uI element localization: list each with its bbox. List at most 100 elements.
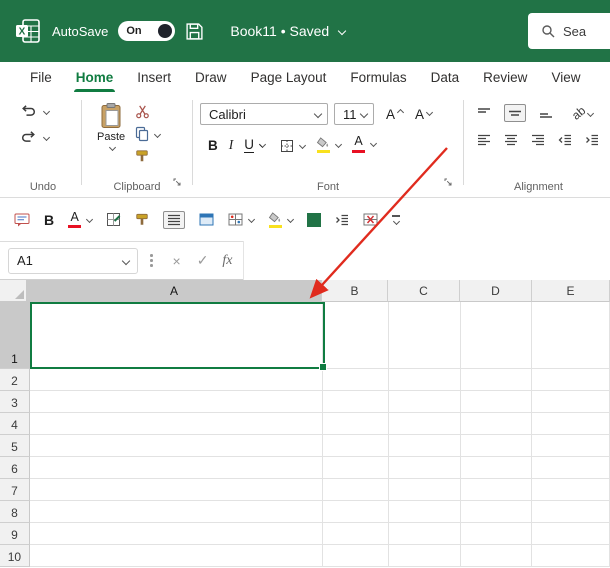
cell-D3[interactable] [460,391,533,413]
cell-D7[interactable] [460,479,533,501]
document-title[interactable]: Book11 • Saved [230,23,347,39]
search-box[interactable]: Sea [528,13,610,49]
cell-B6[interactable] [323,457,390,479]
align-top-button[interactable] [477,107,491,119]
tab-review[interactable]: Review [471,62,539,92]
draw-border-button[interactable] [106,212,121,227]
cell-A6[interactable] [29,457,324,479]
cell-A1[interactable] [29,302,324,369]
tab-insert[interactable]: Insert [125,62,183,92]
cell-B9[interactable] [323,523,390,545]
cell-E2[interactable] [532,369,610,391]
cell-D2[interactable] [460,369,533,391]
cell-A9[interactable] [29,523,324,545]
cut-button[interactable] [135,104,160,119]
font-size-combo[interactable]: 11 [334,103,374,125]
cell-A4[interactable] [29,413,324,435]
toolbar-overflow-button[interactable] [392,215,401,225]
new-comment-button[interactable] [14,213,30,227]
tab-page-layout[interactable]: Page Layout [239,62,339,92]
align-left-button[interactable] [477,134,491,146]
cell-A5[interactable] [29,435,324,457]
save-icon[interactable] [185,22,204,41]
increase-indent-button[interactable] [335,214,349,226]
column-header-A[interactable]: A [27,280,322,302]
cell-D4[interactable] [460,413,533,435]
underline-button[interactable]: U [244,137,267,153]
cell-D5[interactable] [460,435,533,457]
cell-C7[interactable] [389,479,461,501]
cell-A10[interactable] [29,545,324,567]
cell-E3[interactable] [532,391,610,413]
row-header-2[interactable]: 2 [0,369,30,391]
cell-E6[interactable] [532,457,610,479]
tab-data[interactable]: Data [419,62,472,92]
cell-C2[interactable] [389,369,461,391]
format-painter-button[interactable] [135,212,149,227]
cell-A3[interactable] [29,391,324,413]
cell-C9[interactable] [389,523,461,545]
column-header-D[interactable]: D [460,280,532,302]
font-name-combo[interactable]: Calibri [200,103,328,125]
align-right-button[interactable] [531,134,545,146]
tab-view[interactable]: View [539,62,592,92]
cell-B1[interactable] [323,302,390,369]
row-header-5[interactable]: 5 [0,435,30,457]
redo-button[interactable] [20,130,74,144]
cell-A2[interactable] [29,369,324,391]
formula-input[interactable] [242,241,610,280]
tab-draw[interactable]: Draw [183,62,239,92]
cell-A8[interactable] [29,501,324,523]
insert-object-button[interactable] [199,213,214,226]
decrease-font-button[interactable]: A [415,107,434,122]
formula-bar-grip[interactable] [150,254,153,267]
cell-E8[interactable] [532,501,610,523]
cell-C5[interactable] [389,435,461,457]
align-justify-button[interactable] [163,210,186,229]
insert-function-button[interactable]: fx [222,253,232,269]
cell-D6[interactable] [460,457,533,479]
row-header-7[interactable]: 7 [0,479,30,501]
cell-C4[interactable] [389,413,461,435]
font-color-button[interactable]: A [68,211,94,229]
cell-style-green-button[interactable] [307,212,322,227]
cell-E7[interactable] [532,479,610,501]
row-header-6[interactable]: 6 [0,457,30,479]
cancel-button[interactable]: × [173,253,181,269]
format-painter-button[interactable] [135,149,160,163]
cell-E4[interactable] [532,413,610,435]
column-header-E[interactable]: E [532,280,610,302]
cell-A7[interactable] [29,479,324,501]
row-header-9[interactable]: 9 [0,523,30,545]
name-box[interactable]: A1 [8,247,138,274]
borders-button[interactable] [280,139,307,153]
italic-button[interactable]: I [229,137,234,153]
font-dialog-launcher[interactable] [444,174,453,192]
cell-E5[interactable] [532,435,610,457]
column-header-C[interactable]: C [388,280,460,302]
fill-color-button[interactable] [316,136,343,153]
row-header-10[interactable]: 10 [0,545,30,567]
cell-E10[interactable] [532,545,610,567]
row-header-1[interactable]: 1 [0,302,30,369]
align-center-button[interactable] [504,134,518,146]
bold-button[interactable]: B [44,212,54,228]
align-bottom-button[interactable] [539,107,553,119]
increase-font-button[interactable]: A [386,107,405,122]
bold-button[interactable]: B [208,138,218,153]
cell-E9[interactable] [532,523,610,545]
cell-D8[interactable] [460,501,533,523]
undo-button[interactable] [20,104,74,118]
orientation-button[interactable]: ab [569,103,595,123]
align-middle-button[interactable] [504,104,526,122]
cell-D10[interactable] [460,545,533,567]
tab-formulas[interactable]: Formulas [338,62,418,92]
column-header-B[interactable]: B [322,280,388,302]
cell-D9[interactable] [460,523,533,545]
conditional-formatting-button[interactable] [228,213,256,226]
fill-handle[interactable] [319,363,327,371]
autosave-toggle[interactable]: On [118,21,176,41]
font-color-button[interactable]: A [352,135,378,153]
cell-B7[interactable] [323,479,390,501]
cell-B2[interactable] [323,369,390,391]
